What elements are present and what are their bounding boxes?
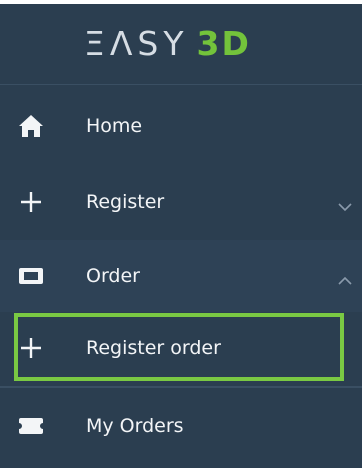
logo-text-3d: 3D <box>196 24 251 63</box>
sidebar-item-label: Home <box>86 115 143 137</box>
sidebar-item-label: Register order <box>86 337 221 359</box>
chevron-up-icon[interactable] <box>338 271 352 285</box>
sidebar-nav: ΞΛSY 3D Home Register Order Register ord… <box>0 0 362 468</box>
sidebar-item-home[interactable]: Home <box>0 90 362 162</box>
logo-area: ΞΛSY 3D <box>0 4 362 85</box>
sidebar-subitem-register-order[interactable]: Register order <box>0 313 362 383</box>
sidebar-item-label: Order <box>86 265 140 287</box>
sidebar-item-order[interactable]: Order <box>0 240 362 312</box>
sidebar-item-label: Register <box>86 191 165 213</box>
ticket-icon <box>18 413 44 439</box>
ticket-icon <box>18 263 44 289</box>
sidebar-item-my-orders[interactable]: My Orders <box>0 390 362 462</box>
divider <box>0 386 362 388</box>
brand-logo[interactable]: ΞΛSY 3D <box>84 24 251 64</box>
plus-icon <box>18 189 44 215</box>
sidebar-item-label: My Orders <box>86 415 184 437</box>
sidebar-item-register[interactable]: Register <box>0 166 362 238</box>
chevron-down-icon[interactable] <box>338 197 352 212</box>
logo-text-easy: ΞΛSY <box>84 24 189 63</box>
plus-icon <box>18 335 44 361</box>
home-icon <box>18 113 44 139</box>
